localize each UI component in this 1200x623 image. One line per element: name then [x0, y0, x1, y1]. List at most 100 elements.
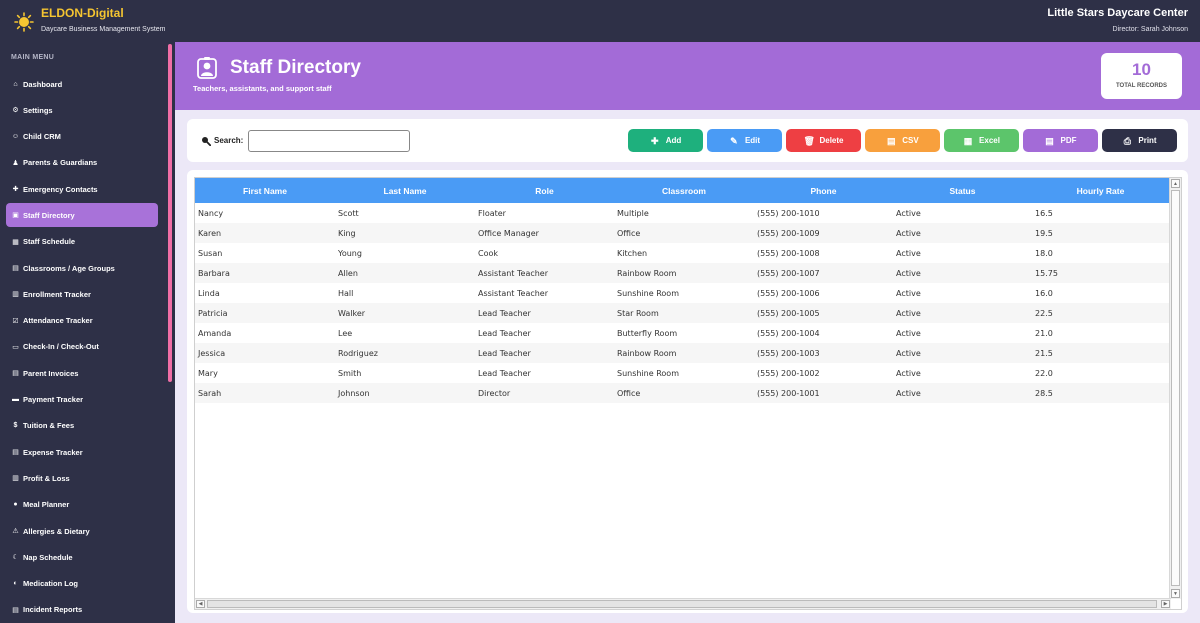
staff-table: First Name Last Name Role Classroom Phone Sta…: [195, 178, 1169, 403]
table-row[interactable]: Nancy Scott Floater Multiple (555) 200-1010 A…: [195, 203, 1169, 223]
sidebar-item-label: Medication Log: [23, 579, 78, 589]
horizontal-scrollbar[interactable]: ◀ ▶: [195, 598, 1171, 609]
scroll-up-arrow[interactable]: ▲: [1171, 179, 1180, 188]
table-cell: 22.0: [1032, 363, 1169, 383]
calendar-icon: ▦: [12, 238, 19, 246]
child-icon: ☺: [11, 133, 20, 141]
table-cell: Active: [893, 383, 1032, 403]
table-cell: Sunshine Room: [614, 283, 754, 303]
table-row[interactable]: Linda Hall Assistant Teacher Sunshine Room(…: [195, 283, 1169, 303]
sidebar-item-payment-tracker[interactable]: ▬ Payment Tracker: [6, 388, 158, 412]
sidebar-item-child-crm[interactable]: ☺ Child CRM: [6, 125, 158, 149]
button-label: PDF: [1060, 136, 1077, 145]
search-input[interactable]: [248, 130, 410, 152]
table-cell: Active: [893, 323, 1032, 343]
table-row[interactable]: Amanda Lee Lead Teacher Butterfly Room (555)…: [195, 323, 1169, 343]
pdf-button[interactable]: ▤ PDF: [1023, 129, 1098, 152]
toolbar: Search: ✚ Add ✎ Edit 🗑 Delete ▤ CSV ▦ Excel ▤ PDF ⎙ P…: [187, 119, 1188, 162]
table-cell: Johnson: [335, 383, 475, 403]
sidebar-item-expense-tracker[interactable]: ▤ Expense Tracker: [6, 440, 158, 464]
table-row[interactable]: Patricia Walker Lead Teacher Star Room (555)…: [195, 303, 1169, 323]
table-cell: Assistant Teacher: [475, 263, 614, 283]
sidebar-item-nap-schedule[interactable]: ☾ Nap Schedule: [6, 545, 158, 569]
sidebar-item-label: Check-In / Check-Out: [23, 342, 99, 352]
page-header: Staff Directory Teachers, assistants, an…: [175, 42, 1200, 110]
table-row[interactable]: Mary Smith Lead Teacher Sunshine Room (555) …: [195, 363, 1169, 383]
sidebar-item-classrooms-age-groups[interactable]: ▤ Classrooms / Age Groups: [6, 256, 158, 280]
column-header-status[interactable]: Status: [893, 178, 1032, 203]
moon-icon: ☾: [12, 554, 19, 562]
table-cell: Active: [893, 363, 1032, 383]
table-container: First Name Last Name Role Classroom Phone Sta…: [194, 177, 1182, 610]
table-cell: (555) 200-1002: [754, 363, 893, 383]
column-header-phone[interactable]: Phone: [754, 178, 893, 203]
sidebar-item-attendance-tracker[interactable]: ☑ Attendance Tracker: [6, 309, 158, 333]
sidebar-item-staff-schedule[interactable]: ▦ Staff Schedule: [6, 230, 158, 254]
home-icon: ⌂: [13, 80, 18, 88]
sidebar-item-label: Payment Tracker: [23, 395, 84, 405]
sidebar-item-label: Expense Tracker: [23, 447, 83, 457]
sidebar-item-staff-directory[interactable]: ▣ Staff Directory: [6, 203, 158, 228]
sidebar-item-parents-guardians[interactable]: ♟ Parents & Guardians: [6, 151, 158, 175]
sidebar-item-check-in-check-out[interactable]: ▭ Check-In / Check-Out: [6, 335, 158, 359]
plus-icon: ✚: [650, 135, 659, 146]
table-cell: (555) 200-1003: [754, 343, 893, 363]
sidebar-item-emergency-contacts[interactable]: ✚ Emergency Contacts: [6, 177, 158, 201]
table-row[interactable]: Jessica Rodriguez Lead Teacher Rainbow Room…: [195, 343, 1169, 363]
excel-button[interactable]: ▦ Excel: [944, 129, 1019, 152]
scroll-left-arrow[interactable]: ◀: [196, 600, 205, 608]
sidebar-item-allergies-dietary[interactable]: ⚠ Allergies & Dietary: [6, 519, 158, 543]
table-cell: (555) 200-1008: [754, 243, 893, 263]
table-cell: 21.5: [1032, 343, 1169, 363]
page-subtitle: Teachers, assistants, and support staff: [193, 84, 332, 93]
table-row[interactable]: Susan Young Cook Kitchen (555) 200-1008 Activ…: [195, 243, 1169, 263]
sidebar-item-enrollment-tracker[interactable]: ▥ Enrollment Tracker: [6, 282, 158, 306]
total-records-count: 10: [1132, 60, 1151, 79]
table-cell: Floater: [475, 203, 614, 223]
vertical-scrollbar[interactable]: ▲ ▼: [1169, 178, 1181, 599]
csv-icon: ▤: [887, 135, 896, 146]
warning-icon: ⚠: [12, 528, 19, 536]
column-header-last-name[interactable]: Last Name: [335, 178, 475, 203]
sidebar-scrollbar[interactable]: [168, 44, 172, 382]
sidebar-item-parent-invoices[interactable]: ▤ Parent Invoices: [6, 361, 158, 385]
center-name: Little Stars Daycare Center: [1047, 7, 1188, 19]
add-button[interactable]: ✚ Add: [628, 129, 703, 152]
scroll-right-arrow[interactable]: ▶: [1161, 600, 1170, 608]
table-cell: Rodriguez: [335, 343, 475, 363]
sidebar-item-label: Profit & Loss: [23, 473, 70, 483]
sidebar-item-incident-reports[interactable]: ▤ Incident Reports: [6, 598, 158, 622]
brand-title: ELDON-Digital: [41, 6, 124, 20]
edit-button[interactable]: ✎ Edit: [707, 129, 782, 152]
column-header-hourly-rate[interactable]: Hourly Rate: [1032, 178, 1169, 203]
column-header-first-name[interactable]: First Name: [195, 178, 335, 203]
table-cell: (555) 200-1005: [754, 303, 893, 323]
table-cell: Young: [335, 243, 475, 263]
table-row[interactable]: Karen King Office Manager Office (555) 200-1…: [195, 223, 1169, 243]
pdf-icon: ▤: [1045, 135, 1054, 146]
scroll-down-arrow[interactable]: ▼: [1171, 589, 1180, 598]
horizontal-scroll-thumb[interactable]: [207, 600, 1157, 608]
sidebar-item-medication-log[interactable]: ◐ Medication Log: [6, 572, 158, 596]
delete-button[interactable]: 🗑 Delete: [786, 129, 861, 152]
sidebar-item-profit-loss[interactable]: ▥ Profit & Loss: [6, 466, 158, 490]
chart-icon: ▥: [12, 475, 19, 483]
column-header-classroom[interactable]: Classroom: [614, 178, 754, 203]
table-cell: (555) 200-1010: [754, 203, 893, 223]
sidebar-item-meal-planner[interactable]: ● Meal Planner: [6, 493, 158, 517]
csv-button[interactable]: ▤ CSV: [865, 129, 940, 152]
column-header-role[interactable]: Role: [475, 178, 614, 203]
table-cell: Office: [614, 383, 754, 403]
sidebar-item-settings[interactable]: ⚙ Settings: [6, 98, 158, 122]
sidebar-item-label: Emergency Contacts: [23, 184, 98, 194]
sidebar-menu: ⌂ Dashboard ⚙ Settings ☺ Child CRM ♟ Parents & …: [0, 72, 165, 623]
button-label: Print: [1138, 136, 1157, 145]
sidebar-item-tuition-fees[interactable]: $ Tuition & Fees: [6, 414, 158, 438]
staff-icon: ▣: [12, 212, 19, 220]
vertical-scroll-thumb[interactable]: [1171, 190, 1180, 586]
table-cell: 16.5: [1032, 203, 1169, 223]
print-button[interactable]: ⎙ Print: [1102, 129, 1177, 152]
sidebar-item-dashboard[interactable]: ⌂ Dashboard: [6, 72, 158, 96]
table-row[interactable]: Barbara Allen Assistant Teacher Rainbow Roo…: [195, 263, 1169, 283]
table-row[interactable]: Sarah Johnson Director Office (555) 200-1001…: [195, 383, 1169, 403]
